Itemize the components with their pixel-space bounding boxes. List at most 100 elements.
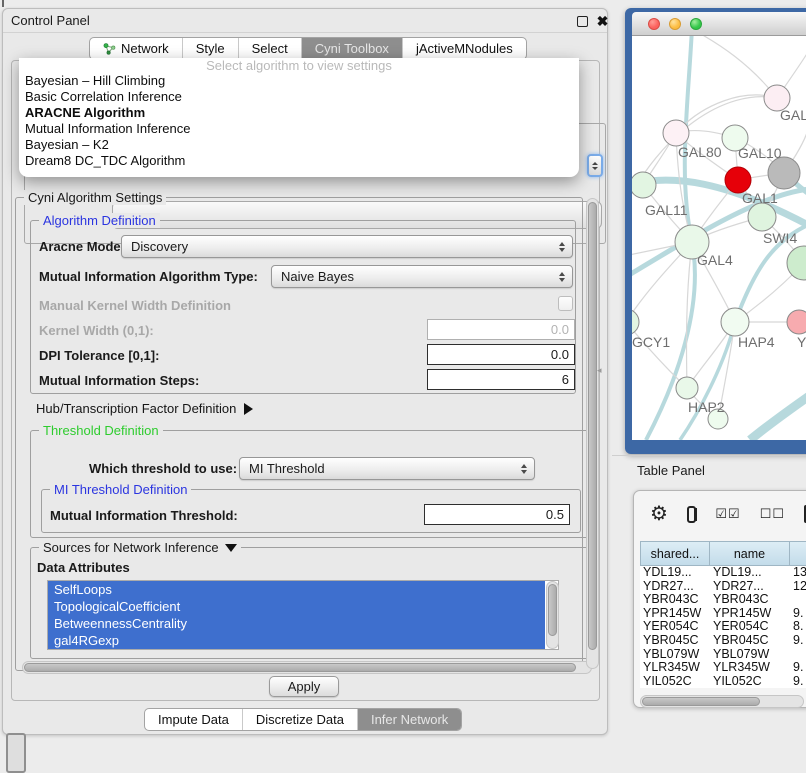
- table-row[interactable]: YDR27...YDR27...12: [640, 580, 806, 594]
- table-row[interactable]: YLR345WYLR345W9.: [640, 661, 806, 675]
- aracne-mode-select[interactable]: Discovery: [121, 235, 573, 258]
- tab-discretize-data[interactable]: Discretize Data: [242, 709, 357, 730]
- tab-jactivemnodules[interactable]: jActiveMNodules: [402, 38, 526, 59]
- table-row[interactable]: YBL079WYBL079W: [640, 648, 806, 662]
- node-label-gal80: GAL80: [678, 144, 722, 160]
- node-label-y: Y: [797, 334, 806, 350]
- table-cell: YPR145W: [710, 607, 790, 621]
- table-cell: YBL079W: [710, 648, 790, 662]
- dropdown-item-bayesian-hill-climbing[interactable]: Bayesian – Hill Climbing: [19, 73, 579, 89]
- deselect-all-icon[interactable]: ☐☐: [760, 506, 785, 522]
- mi-threshold-field[interactable]: 0.5: [424, 504, 570, 525]
- close-panel-button[interactable]: ✖: [595, 14, 610, 29]
- network-node[interactable]: [632, 172, 656, 198]
- collapsed-caret-icon: [244, 403, 253, 415]
- kernel-width-field[interactable]: 0.0: [427, 319, 575, 340]
- network-node[interactable]: [748, 203, 776, 231]
- table-cell: 13: [790, 566, 806, 580]
- data-attributes-list[interactable]: SelfLoopsTopologicalCoefficientBetweenne…: [47, 580, 559, 650]
- dropdown-item-bayesian-k2[interactable]: Bayesian – K2: [19, 137, 579, 153]
- apply-button[interactable]: Apply: [269, 676, 339, 697]
- sources-title[interactable]: Sources for Network Inference: [39, 540, 241, 555]
- attribute-item-topologicalcoefficient[interactable]: TopologicalCoefficient: [48, 598, 545, 615]
- network-node[interactable]: [721, 308, 749, 336]
- network-node[interactable]: [787, 246, 806, 280]
- algorithm-definition-title: Algorithm Definition: [39, 213, 160, 228]
- table-row[interactable]: YBR045CYBR045C9.: [640, 634, 806, 648]
- table-header-row: shared...name: [640, 541, 806, 566]
- hub-definition-section[interactable]: Hub/Transcription Factor Definition: [36, 401, 253, 416]
- attribute-item-selfloops[interactable]: SelfLoops: [48, 581, 545, 598]
- table-row[interactable]: YPR145WYPR145W9.: [640, 607, 806, 621]
- tab-impute-data[interactable]: Impute Data: [145, 709, 242, 730]
- network-edge[interactable]: [632, 322, 687, 388]
- network-node[interactable]: [632, 309, 639, 335]
- tab-select[interactable]: Select: [238, 38, 301, 59]
- column-header-name[interactable]: name: [710, 541, 790, 566]
- dpi-tolerance-label: DPI Tolerance [0,1]:: [39, 348, 159, 363]
- zoom-window-icon[interactable]: [690, 18, 702, 30]
- network-node[interactable]: [787, 310, 806, 334]
- close-window-icon[interactable]: [648, 18, 660, 30]
- algorithm-dropdown-items: Bayesian – Hill ClimbingBasic Correlatio…: [19, 73, 579, 169]
- tab-infer-network[interactable]: Infer Network: [357, 709, 461, 730]
- splitter-grip[interactable]: ◂: [597, 365, 602, 376]
- select-all-icon[interactable]: ☑☑: [715, 506, 740, 522]
- dropdown-item-mutual-information-inference[interactable]: Mutual Information Inference: [19, 121, 579, 137]
- node-label-gal10: GAL10: [738, 145, 782, 161]
- table-cell: 8.: [790, 620, 806, 634]
- tab-style[interactable]: Style: [182, 38, 238, 59]
- split-columns-icon[interactable]: [687, 506, 696, 523]
- mi-threshold-group-title: MI Threshold Definition: [50, 482, 191, 497]
- dropdown-item-basic-correlation-inference[interactable]: Basic Correlation Inference: [19, 89, 579, 105]
- settings-horizontal-scrollbar[interactable]: [22, 661, 592, 674]
- table-cell: [790, 593, 806, 607]
- attribute-item-gal4rgexp[interactable]: gal4RGexp: [48, 632, 545, 649]
- dropdown-item-dream8-dc-tdc-algorithm[interactable]: Dream8 DC_TDC Algorithm: [19, 153, 579, 169]
- mi-algorithm-type-select[interactable]: Naive Bayes: [271, 265, 573, 288]
- table-row[interactable]: YDL19...YDL19...13: [640, 566, 806, 580]
- table-row[interactable]: YER054CYER054C8.: [640, 620, 806, 634]
- minimize-window-icon[interactable]: [669, 18, 681, 30]
- attributes-list-scrollbar[interactable]: [546, 581, 559, 649]
- table-cell: [790, 648, 806, 662]
- float-panel-button[interactable]: [575, 14, 590, 29]
- column-header-shared[interactable]: shared...: [640, 541, 710, 566]
- tab-cyni-toolbox[interactable]: Cyni Toolbox: [301, 38, 402, 59]
- tab-network[interactable]: Network: [90, 38, 182, 59]
- network-node[interactable]: [768, 157, 800, 189]
- control-panel-titlebar: Control Panel ✖: [3, 9, 607, 33]
- table-cell: YDR27...: [710, 580, 790, 594]
- table-cell: YDR27...: [640, 580, 710, 594]
- mi-steps-field[interactable]: 6: [427, 369, 575, 390]
- cyni-algorithm-settings-group: Cyni Algorithm Settings Algorithm Defini…: [15, 197, 583, 671]
- threshold-definition-group: Threshold Definition Which threshold to …: [30, 430, 590, 538]
- network-canvas[interactable]: GAL8GAL80GAL10GAL1GAL11SWI4GAL4GCY1HAP4Y…: [632, 36, 806, 440]
- gear-icon[interactable]: ⚙: [650, 504, 668, 524]
- table-horizontal-scrollbar[interactable]: [640, 695, 804, 708]
- attribute-item-betweennesscentrality[interactable]: BetweennessCentrality: [48, 615, 545, 632]
- dropdown-item-aracne-algorithm[interactable]: ARACNE Algorithm: [19, 105, 579, 121]
- data-attributes-label: Data Attributes: [37, 560, 130, 575]
- network-icon: [103, 43, 116, 55]
- network-node[interactable]: [676, 377, 698, 399]
- network-edge[interactable]: [676, 95, 777, 133]
- focused-combo-spinner-fragment[interactable]: [587, 154, 603, 177]
- which-threshold-select[interactable]: MI Threshold: [239, 457, 535, 480]
- table-row[interactable]: YBR043CYBR043C: [640, 593, 806, 607]
- network-edge[interactable]: [690, 36, 777, 98]
- aracne-mode-label: Aracne Mode:: [39, 239, 125, 254]
- column-header-col2[interactable]: [790, 541, 806, 566]
- table-cell: YBL079W: [640, 648, 710, 662]
- node-label-gal8: GAL8: [780, 107, 806, 123]
- table-cell: YPR145W: [640, 607, 710, 621]
- table-body: YDL19...YDL19...13YDR27...YDR27...12YBR0…: [640, 566, 806, 688]
- dpi-tolerance-field[interactable]: 0.0: [427, 344, 575, 365]
- table-row[interactable]: YIL052CYIL052C9.: [640, 675, 806, 689]
- network-node[interactable]: [663, 120, 689, 146]
- network-window-titlebar[interactable]: [632, 12, 806, 36]
- manual-kernel-checkbox[interactable]: [558, 296, 573, 311]
- node-label-gal4: GAL4: [697, 252, 733, 268]
- network-edge[interactable]: [750, 394, 806, 440]
- settings-vertical-scrollbar[interactable]: [586, 198, 599, 669]
